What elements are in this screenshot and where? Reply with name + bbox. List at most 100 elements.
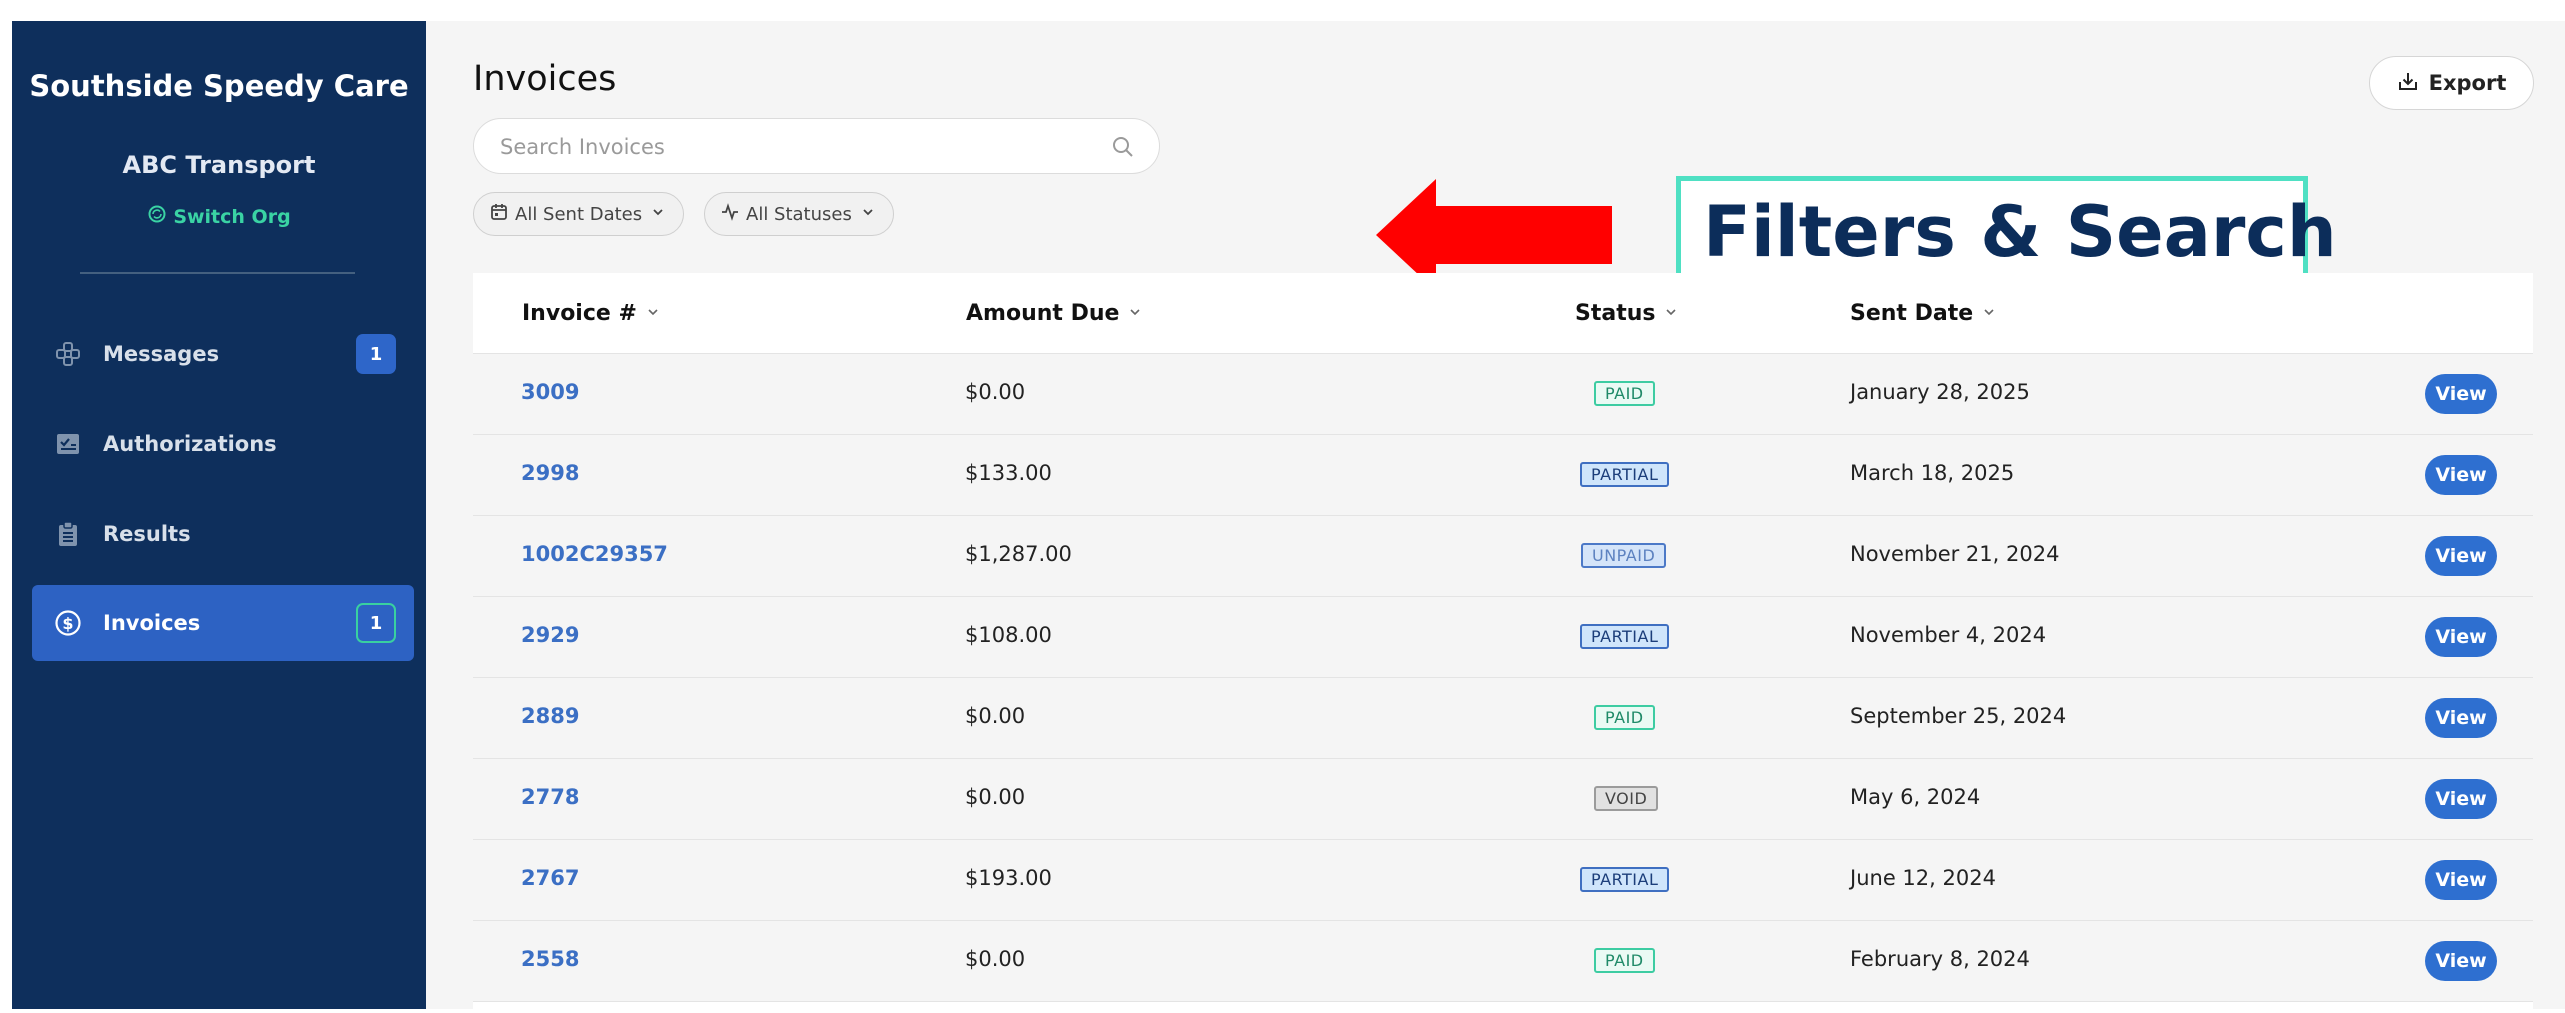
switch-org-icon <box>147 204 167 229</box>
status-badge: PARTIAL <box>1580 624 1670 649</box>
export-button[interactable]: Export <box>2369 56 2534 110</box>
status-badge: VOID <box>1594 786 1659 811</box>
amount-due: $0.00 <box>965 947 1026 971</box>
status-filter[interactable]: All Statuses <box>704 192 894 236</box>
switch-org-link[interactable]: Switch Org <box>12 204 426 229</box>
sidebar-item-invoices[interactable]: $ Invoices 1 <box>32 585 414 661</box>
svg-text:$: $ <box>62 614 73 633</box>
chevron-down-icon <box>645 301 661 326</box>
view-button[interactable]: View <box>2425 941 2497 981</box>
sent-date-filter-label: All Sent Dates <box>515 203 643 225</box>
invoice-number-link[interactable]: 2558 <box>521 947 579 971</box>
table-row: 2778 $0.00 VOID May 6, 2024 View <box>473 759 2533 840</box>
authorizations-icon <box>54 430 82 458</box>
annotation-text: Filters & Search <box>1703 191 2337 273</box>
main-content: Invoices Export All Sent Dates All Statu… <box>426 21 2565 1013</box>
sent-date: June 12, 2024 <box>1850 866 1996 890</box>
view-button[interactable]: View <box>2425 536 2497 576</box>
sidebar-item-label: Messages <box>103 342 220 366</box>
view-button[interactable]: View <box>2425 455 2497 495</box>
status-badge: UNPAID <box>1581 543 1667 568</box>
search-input[interactable] <box>498 119 1102 175</box>
chevron-down-icon <box>1127 301 1143 326</box>
sent-date: September 25, 2024 <box>1850 704 2067 728</box>
chevron-down-icon <box>1663 301 1679 326</box>
calendar-icon <box>490 203 508 226</box>
table-row: 2558 $0.00 PAID February 8, 2024 View <box>473 921 2533 1002</box>
table-header: Invoice # Amount Due Status Sent Date <box>473 273 2533 354</box>
clipboard-icon <box>54 520 82 548</box>
table-row: 2767 $193.00 PARTIAL June 12, 2024 View <box>473 840 2533 921</box>
invoice-number-link[interactable]: 2889 <box>521 704 579 728</box>
chevron-down-icon <box>1981 301 1997 326</box>
view-button[interactable]: View <box>2425 698 2497 738</box>
table-row: 1002C29357 $1,287.00 UNPAID November 21,… <box>473 516 2533 597</box>
column-header-amount[interactable]: Amount Due <box>966 301 1143 326</box>
switch-org-label: Switch Org <box>173 205 291 228</box>
export-label: Export <box>2428 71 2507 95</box>
column-header-label: Amount Due <box>966 301 1120 326</box>
page-title: Invoices <box>473 59 617 99</box>
status-filter-label: All Statuses <box>746 203 852 225</box>
invoice-number-link[interactable]: 2778 <box>521 785 579 809</box>
column-header-invoice[interactable]: Invoice # <box>522 301 661 326</box>
table-row: 3009 $0.00 PAID January 28, 2025 View <box>473 354 2533 435</box>
table-row: 2889 $0.00 PAID September 25, 2024 View <box>473 678 2533 759</box>
column-header-status[interactable]: Status <box>1575 301 1679 326</box>
sidebar-item-label: Invoices <box>103 611 201 635</box>
table-row: 2929 $108.00 PARTIAL November 4, 2024 Vi… <box>473 597 2533 678</box>
download-icon <box>2397 70 2419 97</box>
activity-icon <box>721 202 739 226</box>
column-header-sent-date[interactable]: Sent Date <box>1850 301 1997 326</box>
search-icon[interactable] <box>1111 135 1135 159</box>
org-subtitle: ABC Transport <box>122 151 316 179</box>
sent-date: January 28, 2025 <box>1850 380 2030 404</box>
messages-count-badge: 1 <box>356 334 396 374</box>
table-row: 2998 $133.00 PARTIAL March 18, 2025 View <box>473 435 2533 516</box>
sent-date: November 4, 2024 <box>1850 623 2047 647</box>
invoice-number-link[interactable]: 3009 <box>521 380 579 404</box>
view-button[interactable]: View <box>2425 779 2497 819</box>
sent-date: February 8, 2024 <box>1850 947 2030 971</box>
sidebar-divider <box>80 272 355 274</box>
chevron-down-icon <box>649 203 667 226</box>
invoice-number-link[interactable]: 2998 <box>521 461 579 485</box>
invoices-table: Invoice # Amount Due Status Sent Date 30… <box>473 273 2533 1013</box>
sent-date: March 18, 2025 <box>1850 461 2015 485</box>
messages-icon <box>54 340 82 368</box>
column-header-label: Status <box>1575 301 1656 326</box>
amount-due: $193.00 <box>965 866 1052 890</box>
status-badge: PAID <box>1594 948 1655 973</box>
amount-due: $0.00 <box>965 785 1026 809</box>
invoice-number-link[interactable]: 2767 <box>521 866 579 890</box>
annotation-callout: Filters & Search <box>1676 176 2337 285</box>
dollar-circle-icon: $ <box>54 609 82 637</box>
status-badge: PAID <box>1594 381 1655 406</box>
sidebar: Southside Speedy Care ABC Transport Swit… <box>12 21 426 1009</box>
status-badge: PARTIAL <box>1580 867 1670 892</box>
invoice-number-link[interactable]: 1002C29357 <box>521 542 668 566</box>
invoice-number-link[interactable]: 2929 <box>521 623 579 647</box>
sidebar-item-authorizations[interactable]: Authorizations <box>32 406 414 482</box>
org-name: Southside Speedy Care <box>29 69 409 103</box>
amount-due: $1,287.00 <box>965 542 1072 566</box>
invoices-count-badge: 1 <box>356 603 396 643</box>
sent-date: May 6, 2024 <box>1850 785 1981 809</box>
view-button[interactable]: View <box>2425 860 2497 900</box>
sidebar-item-label: Results <box>103 522 191 546</box>
status-badge: PARTIAL <box>1580 462 1670 487</box>
sent-date-filter[interactable]: All Sent Dates <box>473 192 685 236</box>
amount-due: $133.00 <box>965 461 1052 485</box>
view-button[interactable]: View <box>2425 617 2497 657</box>
column-header-label: Invoice # <box>522 301 637 326</box>
sidebar-item-results[interactable]: Results <box>32 496 414 572</box>
view-button[interactable]: View <box>2425 374 2497 414</box>
sidebar-item-messages[interactable]: Messages 1 <box>32 316 414 392</box>
search-box <box>473 118 1160 175</box>
amount-due: $0.00 <box>965 704 1026 728</box>
amount-due: $108.00 <box>965 623 1052 647</box>
sidebar-item-label: Authorizations <box>103 432 277 456</box>
amount-due: $0.00 <box>965 380 1026 404</box>
chevron-down-icon <box>859 203 877 226</box>
sent-date: November 21, 2024 <box>1850 542 2060 566</box>
